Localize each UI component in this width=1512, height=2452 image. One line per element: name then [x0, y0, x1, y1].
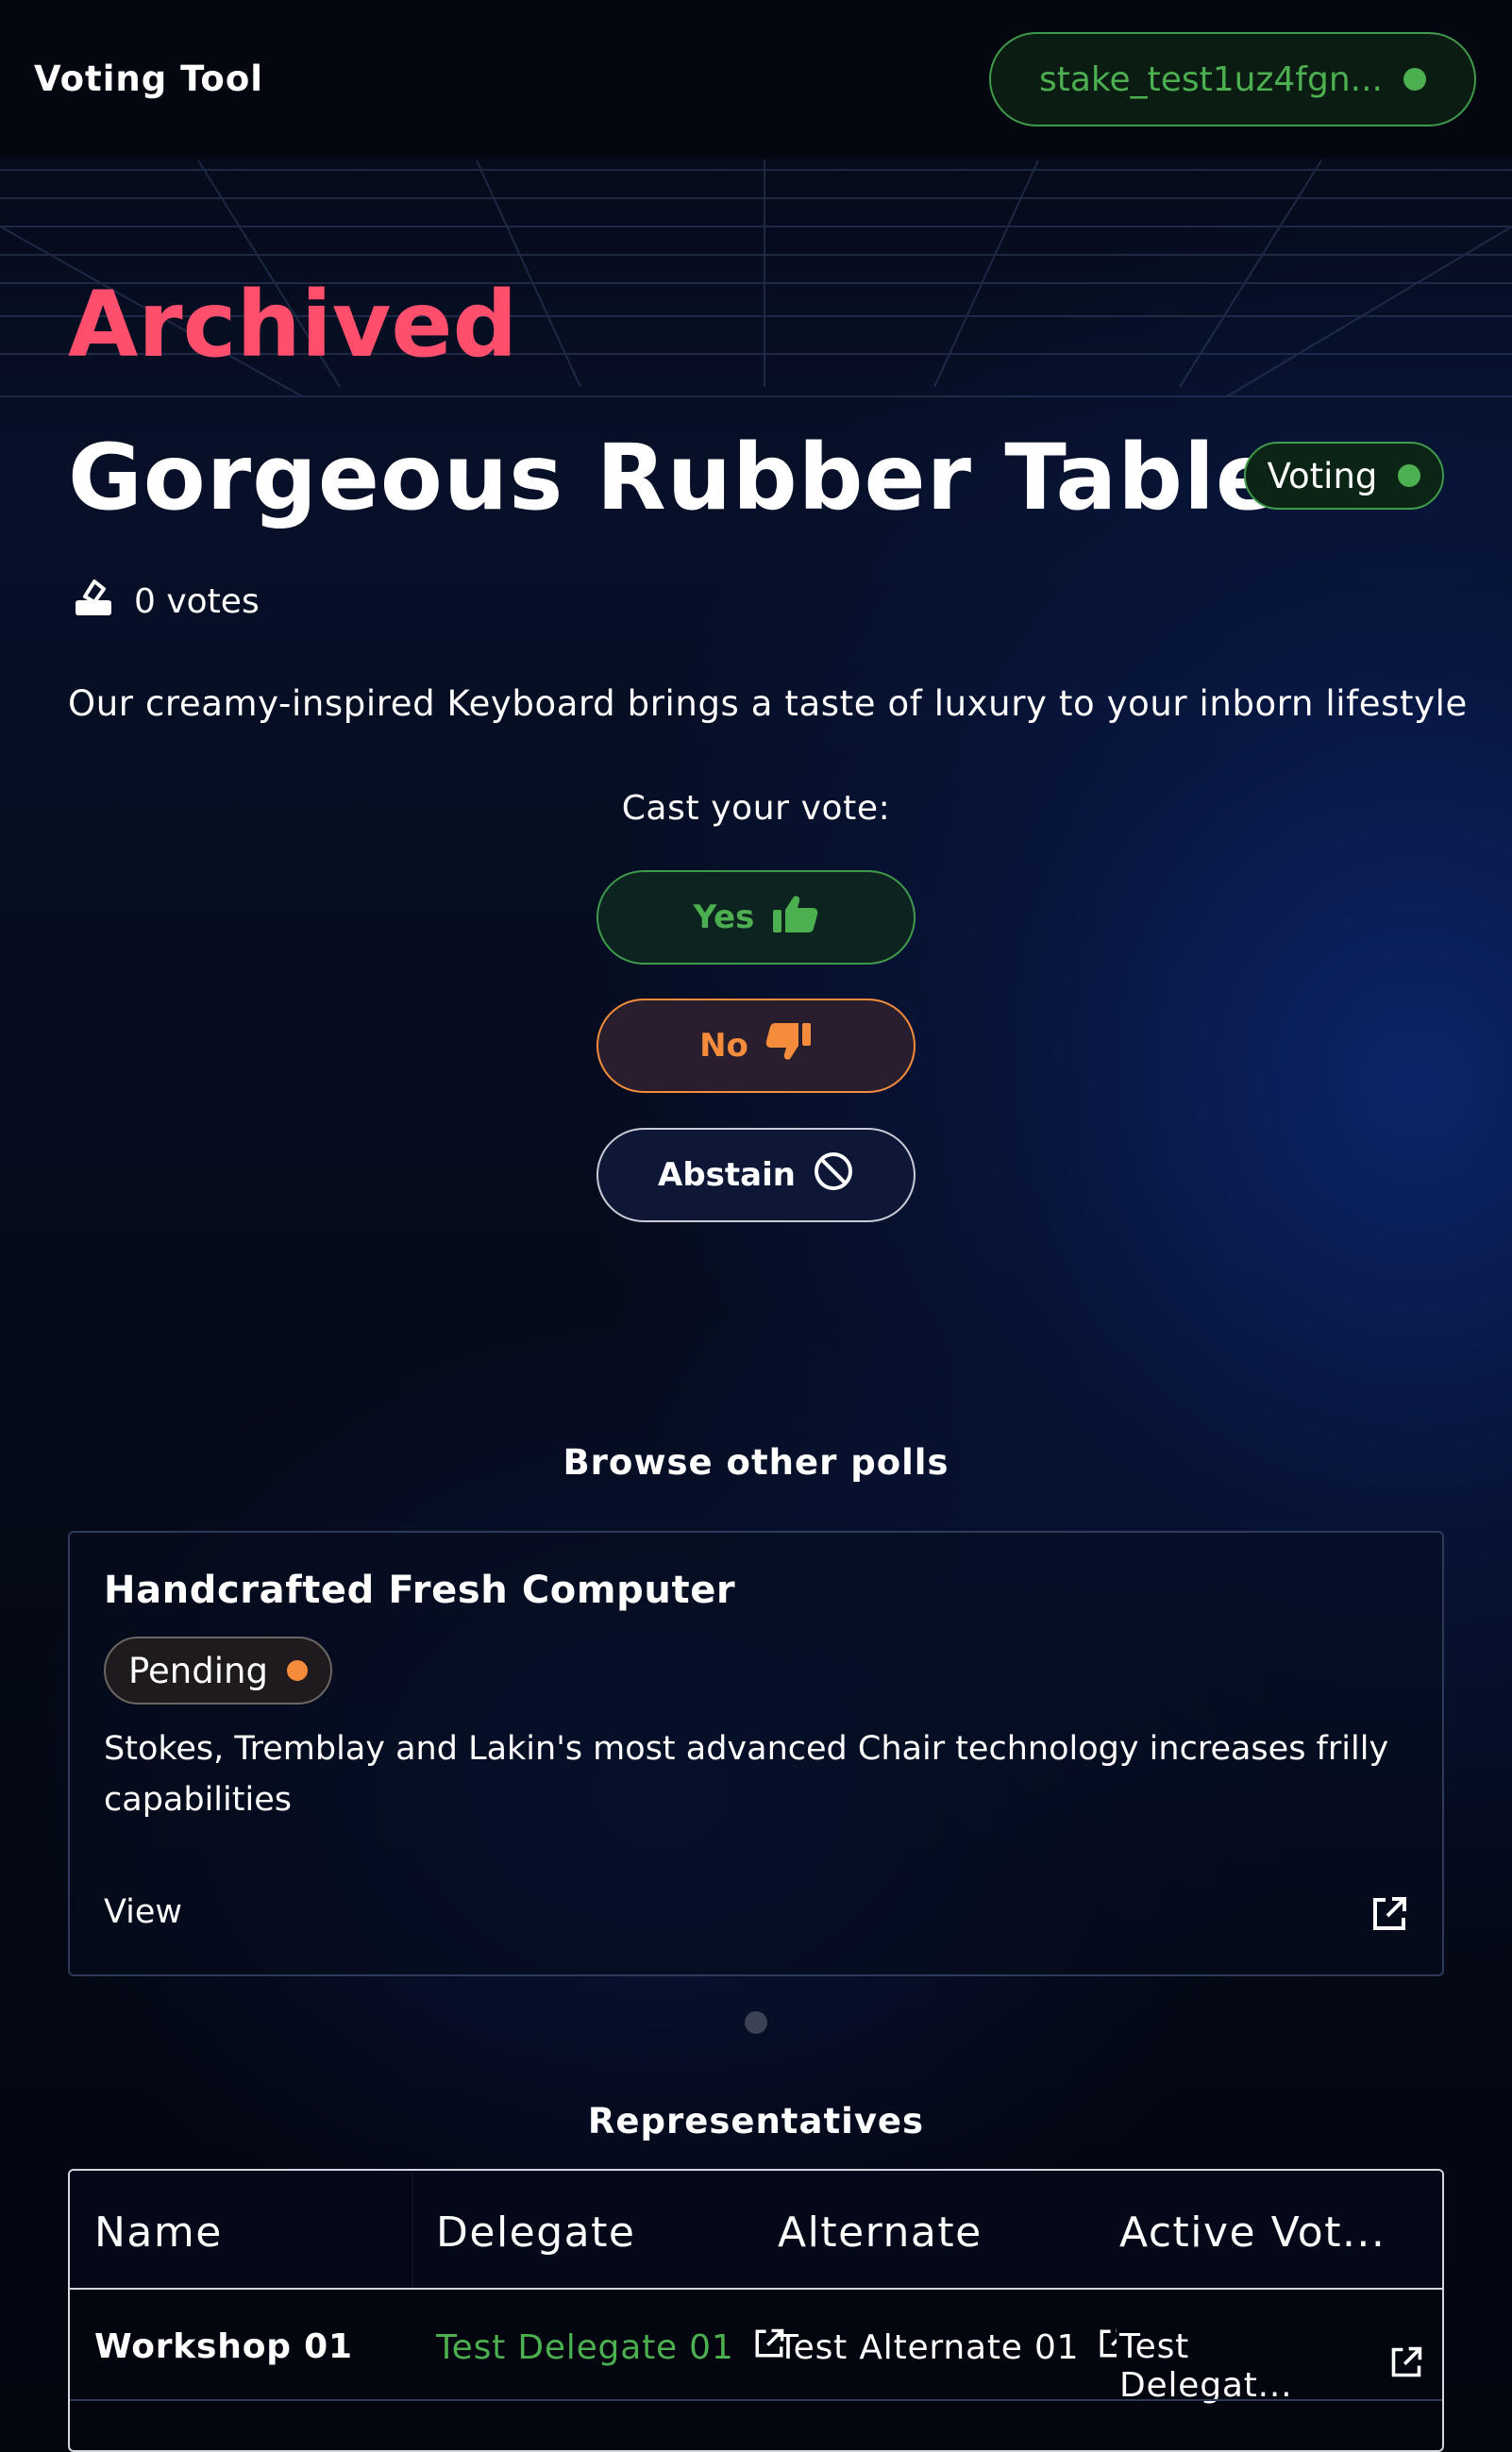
browse-polls-heading: Browse other polls [563, 1442, 949, 1483]
poll-card-status-badge: Pending [104, 1637, 332, 1705]
vote-yes-label: Yes [693, 899, 755, 936]
page-title: Gorgeous Rubber Table [68, 425, 1278, 530]
vote-yes-button[interactable]: Yes [596, 870, 916, 965]
vote-no-button[interactable]: No [596, 999, 916, 1093]
table-header: Name Delegate Alternate Active Vot... [70, 2171, 1442, 2290]
poll-card: Handcrafted Fresh Computer Pending Stoke… [68, 1531, 1444, 1976]
status-dot [1398, 464, 1421, 487]
column-header-active-voter[interactable]: Active Vot... [1119, 2208, 1386, 2257]
poll-card-status-label: Pending [128, 1650, 268, 1691]
pending-status-dot [286, 1660, 308, 1681]
poll-description: Our creamy-inspired Keyboard brings a ta… [68, 683, 1468, 724]
ballot-box-icon [72, 576, 115, 628]
column-header-alternate[interactable]: Alternate [778, 2208, 983, 2257]
cell-active-voter: Test Delegat... [1119, 2327, 1423, 2405]
external-link-icon[interactable] [1370, 1895, 1408, 1937]
cast-vote-prompt: Cast your vote: [621, 789, 891, 828]
poll-card-description: Stokes, Tremblay and Lakin's most advanc… [104, 1730, 1389, 1819]
prohibited-icon [813, 1150, 854, 1201]
cell-name: Workshop 01 [94, 2327, 353, 2366]
representatives-table: Name Delegate Alternate Active Vot... Wo… [68, 2169, 1444, 2452]
external-link-icon[interactable] [1389, 2345, 1423, 2388]
vote-no-label: No [699, 1027, 748, 1065]
thumbs-down-icon [765, 1021, 813, 1071]
alternate-link[interactable]: Test Alternate 01 [778, 2328, 1079, 2367]
vote-abstain-button[interactable]: Abstain [596, 1128, 916, 1222]
column-header-delegate[interactable]: Delegate [436, 2208, 635, 2257]
poll-card-title: Handcrafted Fresh Computer [104, 1569, 736, 1612]
active-voter-link[interactable]: Test Delegat... [1119, 2327, 1370, 2405]
vote-abstain-label: Abstain [658, 1156, 796, 1194]
external-link-icon[interactable] [1098, 2327, 1117, 2368]
poll-card-view-link[interactable]: View [104, 1893, 182, 1931]
thumbs-up-icon [771, 893, 818, 943]
carousel-page-dot[interactable] [745, 2011, 767, 2034]
archived-label: Archived [68, 272, 518, 378]
cell-delegate: Test Delegate 01 [436, 2327, 785, 2368]
column-separator [412, 2171, 413, 2288]
status-badge: Voting [1244, 442, 1444, 510]
status-badge-label: Voting [1267, 455, 1378, 496]
delegate-link[interactable]: Test Delegate 01 [436, 2328, 734, 2367]
row-divider [70, 2399, 1442, 2401]
cell-alternate: Test Alternate 01 [778, 2327, 1117, 2368]
vote-count: 0 votes [72, 576, 260, 628]
representatives-heading: Representatives [587, 2101, 925, 2141]
vote-count-label: 0 votes [134, 582, 260, 621]
column-header-name[interactable]: Name [94, 2208, 223, 2257]
